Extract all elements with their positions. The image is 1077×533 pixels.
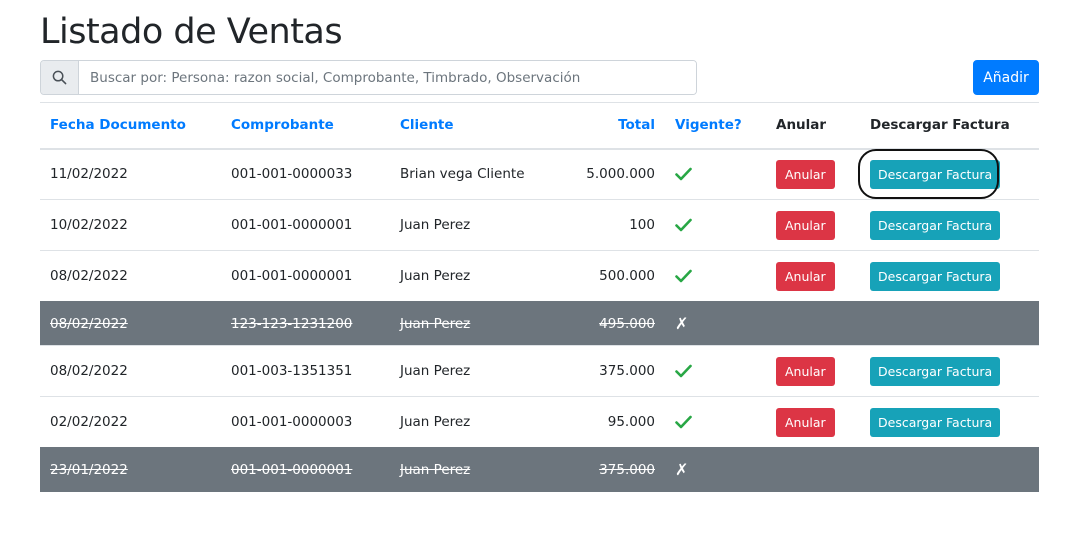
page-title: Listado de Ventas [40,12,343,52]
cell-vigente: ✗ [665,447,766,492]
cell-total: 495.000 [540,301,665,346]
anular-button[interactable]: Anular [776,159,835,189]
cell-comprobante: 001-001-0000033 [221,148,390,200]
column-header-comprobante[interactable]: Comprobante [221,102,390,150]
cell-descargar: Descargar Factura [860,250,1039,302]
table-row: 11/02/2022 001-001-0000033 Brian vega Clie… [40,148,1039,200]
cell-cliente: Juan Perez [390,301,540,346]
table-row: 08/02/2022 001-001-0000001 Juan Perez 500.0… [40,250,1039,302]
add-button[interactable]: Añadir [973,60,1039,95]
descargar-factura-button[interactable]: Descargar Factura [870,356,1001,386]
cell-vigente [665,250,766,302]
cell-descargar: Descargar Factura [860,148,1039,200]
column-header-vigente[interactable]: Vigente? [665,102,766,150]
table-row: 23/01/2022 001-001-0000001 Juan Perez 375.0… [40,447,1039,492]
search-icon [41,61,79,94]
cell-descargar: Descargar Factura [860,345,1039,397]
cell-cliente: Juan Perez [390,250,540,302]
table-header-row: Fecha Documento Comprobante Cliente Tota… [40,102,1039,150]
check-icon [675,167,692,181]
column-header-anular: Anular [766,102,860,150]
cell-comprobante: 123-123-1231200 [221,301,390,346]
column-header-total[interactable]: Total [540,102,665,150]
cell-anular: Anular [766,199,860,251]
cell-anular: Anular [766,396,860,448]
cell-cliente: Juan Perez [390,447,540,492]
cell-fecha: 02/02/2022 [40,396,221,448]
cell-anular: Anular [766,250,860,302]
check-icon [675,269,692,283]
descargar-factura-button[interactable]: Descargar Factura [870,261,1001,291]
cell-fecha: 08/02/2022 [40,345,221,397]
cell-anular [766,301,860,346]
cell-descargar: Descargar Factura [860,199,1039,251]
cell-comprobante: 001-001-0000001 [221,199,390,251]
sales-table: Fecha Documento Comprobante Cliente Tota… [40,102,1039,492]
cell-cliente: Brian vega Cliente [390,148,540,200]
anular-button[interactable]: Anular [776,210,835,240]
cross-icon: ✗ [675,314,689,333]
cell-cliente: Juan Perez [390,199,540,251]
cell-cliente: Juan Perez [390,345,540,397]
cell-fecha: 11/02/2022 [40,148,221,200]
check-icon [675,415,692,429]
cell-vigente: ✗ [665,301,766,346]
table-row: 02/02/2022 001-001-0000003 Juan Perez 95.00… [40,396,1039,448]
column-header-fecha[interactable]: Fecha Documento [40,102,221,150]
anular-button[interactable]: Anular [776,407,835,437]
table-row: 08/02/2022 001-003-1351351 Juan Perez 375.0… [40,345,1039,397]
cell-comprobante: 001-001-0000001 [221,447,390,492]
cell-vigente [665,199,766,251]
cell-total: 100 [540,199,665,251]
anular-button[interactable]: Anular [776,356,835,386]
cell-fecha: 08/02/2022 [40,250,221,302]
anular-button[interactable]: Anular [776,261,835,291]
cell-comprobante: 001-001-0000003 [221,396,390,448]
cell-total: 375.000 [540,447,665,492]
cell-descargar [860,301,1039,346]
cell-fecha: 08/02/2022 [40,301,221,346]
descargar-factura-button[interactable]: Descargar Factura [870,407,1001,437]
cell-descargar: Descargar Factura [860,396,1039,448]
search-bar [40,60,697,95]
cross-icon: ✗ [675,460,689,480]
descargar-factura-button[interactable]: Descargar Factura [870,210,1001,240]
cell-total: 95.000 [540,396,665,448]
table-row: 10/02/2022 001-001-0000001 Juan Perez 100 An… [40,199,1039,251]
cell-vigente [665,345,766,397]
column-header-descargar: Descargar Factura [860,102,1039,150]
table-row: 08/02/2022 123-123-1231200 Juan Perez 495.0… [40,301,1039,346]
cell-total: 500.000 [540,250,665,302]
table-body: 11/02/2022 001-001-0000033 Brian vega Clie… [40,148,1039,492]
cell-total: 375.000 [540,345,665,397]
search-input[interactable] [79,61,696,94]
cell-fecha: 23/01/2022 [40,447,221,492]
cell-fecha: 10/02/2022 [40,199,221,251]
cell-descargar [860,447,1039,492]
column-header-cliente[interactable]: Cliente [390,102,540,150]
cell-anular [766,447,860,492]
cell-anular: Anular [766,345,860,397]
check-icon [675,218,692,232]
check-icon [675,364,692,378]
cell-cliente: Juan Perez [390,396,540,448]
cell-comprobante: 001-001-0000001 [221,250,390,302]
cell-vigente [665,148,766,200]
cell-comprobante: 001-003-1351351 [221,345,390,397]
cell-total: 5.000.000 [540,148,665,200]
descargar-factura-button[interactable]: Descargar Factura [870,159,1001,189]
cell-vigente [665,396,766,448]
cell-anular: Anular [766,148,860,200]
